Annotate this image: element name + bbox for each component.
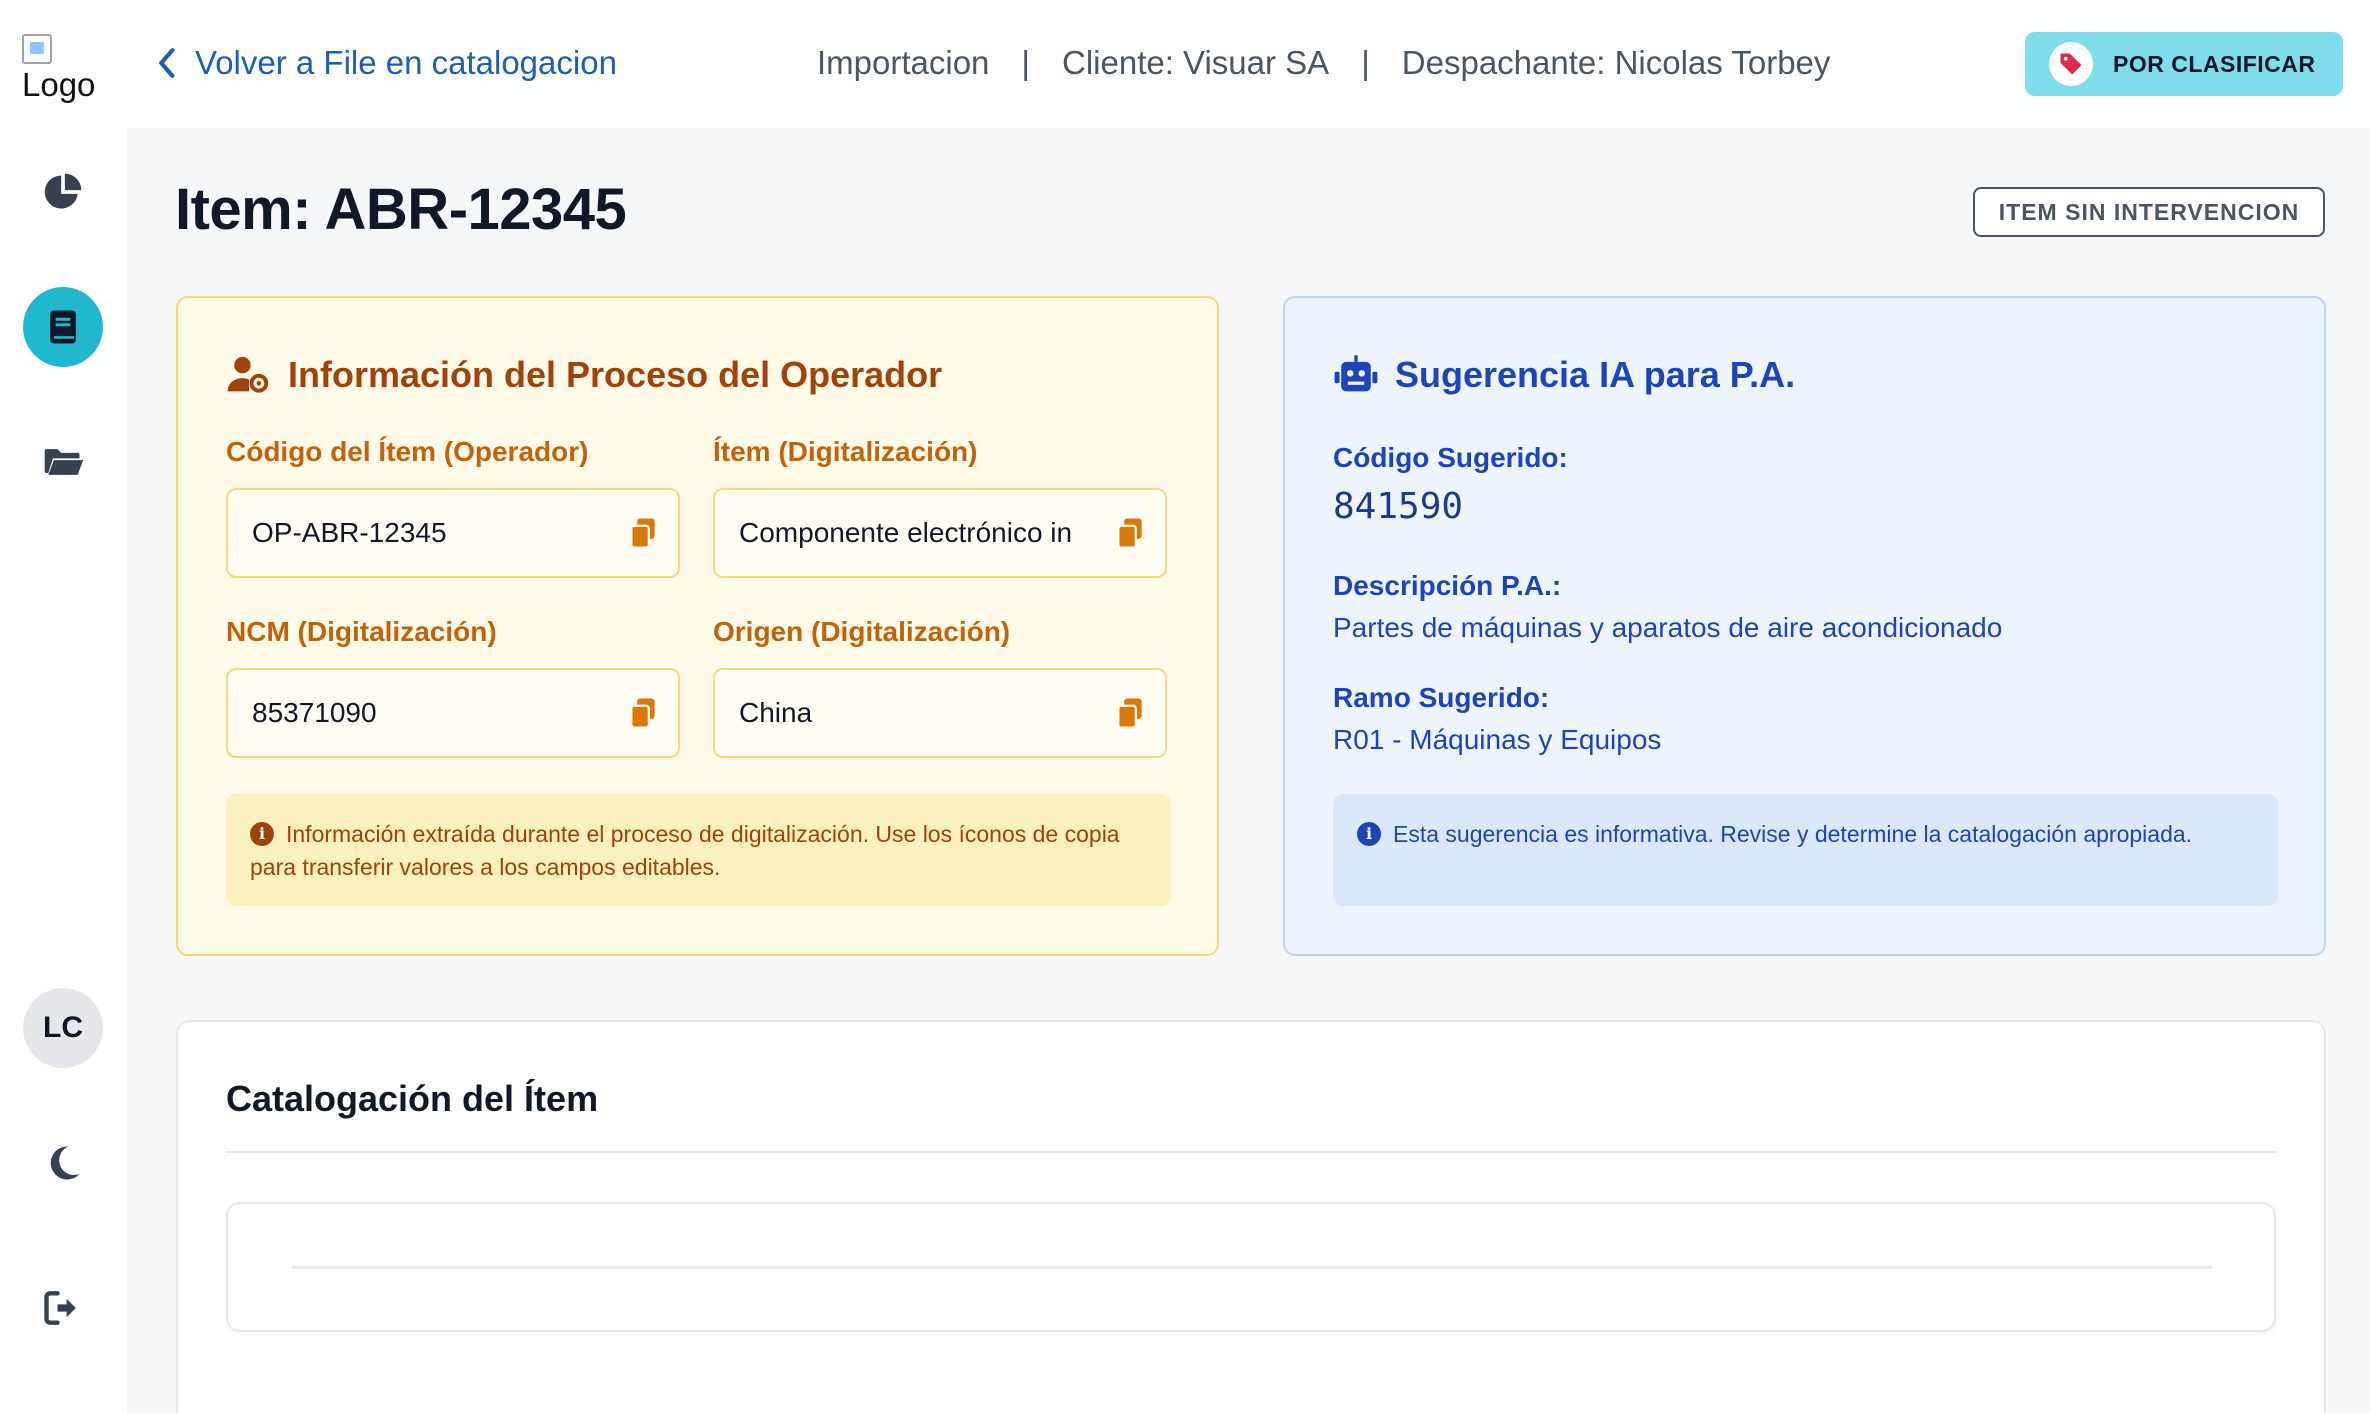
theme-toggle-button[interactable] [23,1123,103,1203]
field-value: 85371090 [252,697,377,728]
ai-note-text: Esta sugerencia es informativa. Revise y… [1393,821,2193,847]
field-origin: China [713,668,1167,758]
top-header: Volver a File en catalogacion Importacio… [127,0,2370,128]
pa-description-label: Descripción P.A.: [1333,570,1562,601]
pie-chart-icon [44,173,82,209]
back-link-label: Volver a File en catalogacion [195,44,617,81]
ai-card-title: Sugerencia IA para P.A. [1395,354,1796,395]
operator-note-text: Información extraída durante el proceso … [250,821,1120,880]
suggested-branch-value: R01 - Máquinas y Equipos [1333,724,1662,755]
broken-image-icon [22,34,52,64]
operation-type: Importacion [817,44,990,81]
pa-description-value: Partes de máquinas y aparatos de aire ac… [1333,612,2003,643]
copy-icon[interactable] [1115,517,1145,549]
field-ncm: 85371090 [226,668,680,758]
field-label-origin: Origen (Digitalización) [713,616,1011,647]
moon-icon [50,1146,80,1180]
nav-dashboard[interactable] [23,152,103,232]
meta-separator: | [1361,44,1370,81]
nav-files[interactable] [23,422,103,502]
intervention-button[interactable]: ITEM SIN INTERVENCION [1973,187,2325,237]
ai-info-note: Esta sugerencia es informativa. Revise y… [1333,794,2278,906]
field-value: OP-ABR-12345 [252,517,447,548]
copy-icon[interactable] [628,517,658,549]
info-icon [250,822,274,846]
catalog-card: Catalogación del Ítem [176,1020,2326,1413]
user-gear-icon [227,356,269,393]
operator-info-note: Información extraída durante el proceso … [226,794,1171,906]
divider [226,1151,2276,1153]
field-item-desc: Componente electrónico in [713,488,1167,578]
robot-icon [1334,355,1378,392]
ai-suggestion-card: Sugerencia IA para P.A. Código Sugerido:… [1283,296,2326,956]
operator-card-header: Información del Proceso del Operador [226,354,942,396]
catalog-form-panel [226,1202,2276,1332]
operator-card-title: Información del Proceso del Operador [288,354,943,395]
catalog-title: Catalogación del Ítem [226,1078,599,1119]
tag-icon-wrapper [2049,42,2093,86]
dispatcher-name: Despachante: Nicolas Torbey [1401,44,1831,81]
loading-placeholder-line [292,1266,2212,1269]
field-label-item-code: Código del Ítem (Operador) [226,436,589,467]
tag-icon [2060,53,2082,75]
folder-open-icon [44,449,84,475]
book-icon [50,310,76,344]
field-label-ncm: NCM (Digitalización) [226,616,497,647]
status-badge[interactable]: POR CLASIFICAR [2025,32,2343,96]
suggested-code-label: Código Sugerido: [1333,442,1568,473]
sidebar: Logo LC [0,0,127,1413]
logout-icon [44,1291,76,1325]
page-title: Item: ABR-12345 [175,177,627,242]
field-item-code: OP-ABR-12345 [226,488,680,578]
copy-icon[interactable] [628,697,658,729]
info-icon [1357,822,1381,846]
nav-catalog[interactable] [23,287,103,367]
ai-card-header: Sugerencia IA para P.A. [1333,354,1795,396]
client-name: Cliente: Visuar SA [1062,44,1330,81]
operator-info-card: Información del Proceso del Operador Cód… [176,296,1219,956]
logout-button[interactable] [23,1268,103,1348]
suggested-branch-label: Ramo Sugerido: [1333,682,1550,713]
field-label-item-desc: Ítem (Digitalización) [713,436,978,467]
chevron-left-icon [159,48,175,78]
avatar-initials: LC [43,1011,83,1044]
status-label: POR CLASIFICAR [2113,50,2316,77]
suggested-code-value: 841590 [1333,486,1464,527]
field-value: China [739,697,813,728]
avatar[interactable]: LC [23,988,103,1068]
logo[interactable]: Logo [22,34,95,101]
meta-separator: | [1021,44,1030,81]
logo-alt-text: Logo [22,66,96,103]
field-value: Componente electrónico in [739,517,1073,548]
back-link[interactable]: Volver a File en catalogacion [155,44,617,82]
file-meta: Importacion | Cliente: Visuar SA | Despa… [817,44,1830,82]
copy-icon[interactable] [1115,697,1145,729]
